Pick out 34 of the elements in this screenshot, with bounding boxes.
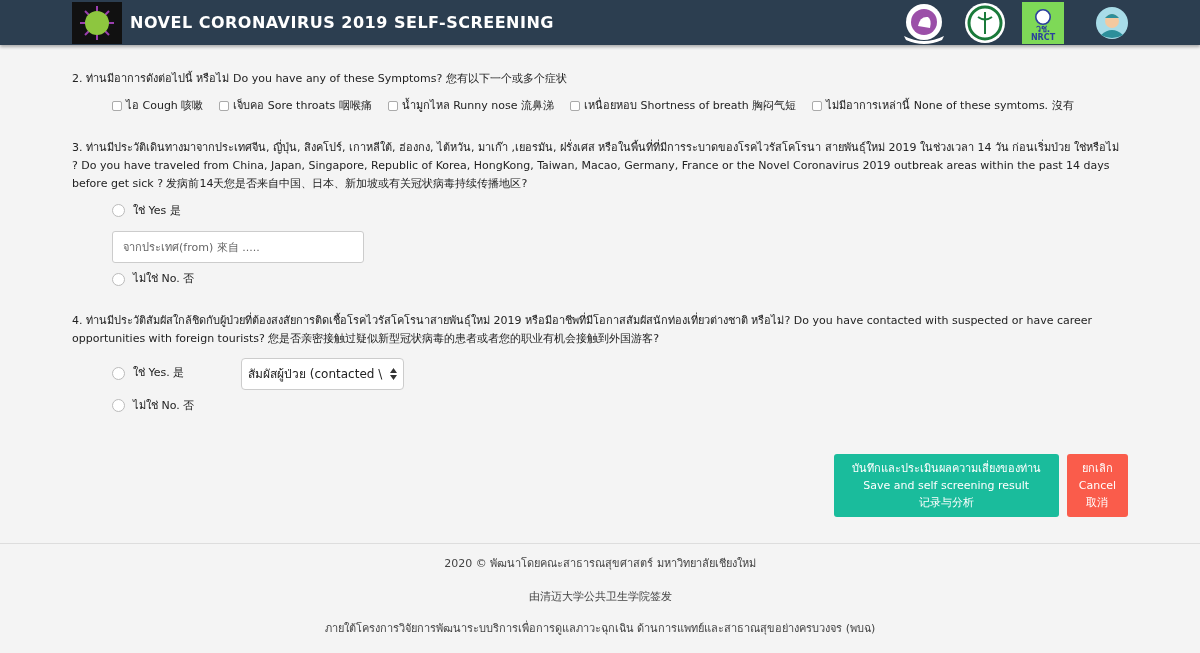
radio-label: ใช่ Yes. 是 [133, 365, 186, 382]
cancel-button[interactable]: ยกเลิก Cancel 取消 [1066, 454, 1128, 517]
radio-label: ไม่ใช่ No. 否 [133, 397, 196, 414]
footer-text: 2020 © พัฒนาโดยคณะสาธารณสุขศาสตร์ มหาวิทยาลัยเชียงใหม่ [443, 556, 757, 572]
footer-text: ภายใต้โครงการวิจัยการพัฒนาระบบริการเพื่อการดูแลภาวะฉุกเฉิน ด้านการแพทย์และสาธาณสุขอย่างครบวงจร (พบฉ) [323, 621, 877, 637]
radio-label: ใช่ Yes 是 [133, 202, 182, 219]
checkbox-label: น้ำมูกไหล Runny nose 流鼻涕 [401, 98, 554, 114]
checkbox-label: เจ็บคอ Sore throats 咽喉痛 [233, 98, 372, 114]
caduceus-seal-icon [964, 1, 1006, 44]
dropdown-arrows-icon [390, 367, 397, 380]
question-text: 2. ท่านมีอาการดังต่อไปนี้ หรือไม่ Do you have any of these Symptoms? 您有以下一个或多个症状 [72, 70, 568, 87]
radio-button[interactable] [112, 204, 125, 218]
virus-logo-icon [72, 1, 122, 44]
dropdown-select[interactable]: สัมผัสผู้ป่วย (contacted \ [241, 357, 404, 390]
save-button[interactable]: บันทึกและประเมินผลความเสี่ยงของท่าน Save and self screening result 记录与分析 [833, 454, 1059, 517]
question-text: 3. ท่านมีประวัติเดินทางมาจากประเทศจีน, ญี่ปุ่น, สิงคโปร์, เกาหลีใต้, ฮ่องกง, ไต้หวัน, มาเก๊า ,เยอรมัน, ฝรั่งเศส หรือในพื้นที่ที่มีการระบาดของโรคไวรัสโคโรนา สายพันธุ์ใหม่ 2019 ในช่วงเวลา 14 วัน ก่อนเริ่มป่วย ใช่หรือไม่ ? Do you have traveled from China, Japan, Singapore, Republic of Korea, HongKong, Taiwan, Macao, Germany, France or the Novel Coronavirus 2019 outbreak areas within the past 14 days before get sick ? 发病前14天您是否来自中国、日本、新加坡或有关冠状病毒持续传播地区? [72, 138, 1120, 192]
radio-label: ไม่ใช่ No. 否 [133, 271, 196, 287]
radio-button[interactable] [112, 272, 125, 286]
radio-button[interactable] [112, 399, 125, 413]
nrct-logo: วช. NRCT [1022, 1, 1064, 44]
doctor-avatar-icon[interactable] [1096, 6, 1128, 39]
footer-text: 由清迈大学公共卫生学院签发 [527, 588, 673, 605]
checkbox[interactable] [387, 101, 398, 112]
question-text: 4. ท่านมีประวัติสัมผัสใกล้ชิดกับผู้ป่วยที่ต้องสงสัยการติดเชื้อโรคไวรัสโคโรนาสายพันธุ์ใหม่ 2019 หรือมีอาชีพที่มีโอกาสสัมผัสนักท่องเที่ยวต่างชาติ หรือไม่? Do you have contacted with suspected or have career opportunities with foreign tourists? 您是否亲密接触过疑似新型冠状病毒的患者或者您的职业有机会接触到外国游客? [72, 311, 1094, 347]
app-title: NOVEL CORONAVIRUS 2019 SELF-SCREENING [130, 11, 554, 34]
checkbox-label: ไม่มีอาการเหล่านี้ None of these symtoms. 沒有 [826, 98, 1074, 114]
checkbox[interactable] [219, 101, 230, 112]
checkbox[interactable] [112, 101, 122, 112]
checkbox-label: ไอ Cough 咳嗽 [126, 98, 204, 114]
radio-button[interactable] [112, 367, 125, 380]
checkbox[interactable] [812, 101, 823, 112]
checkbox[interactable] [569, 101, 580, 112]
text-field[interactable]: จากประเทศ(from) 來自 ..... [112, 231, 364, 263]
checkbox-label: เหนื่อยหอบ Shortness of breath 胸闷气短 [583, 98, 797, 114]
